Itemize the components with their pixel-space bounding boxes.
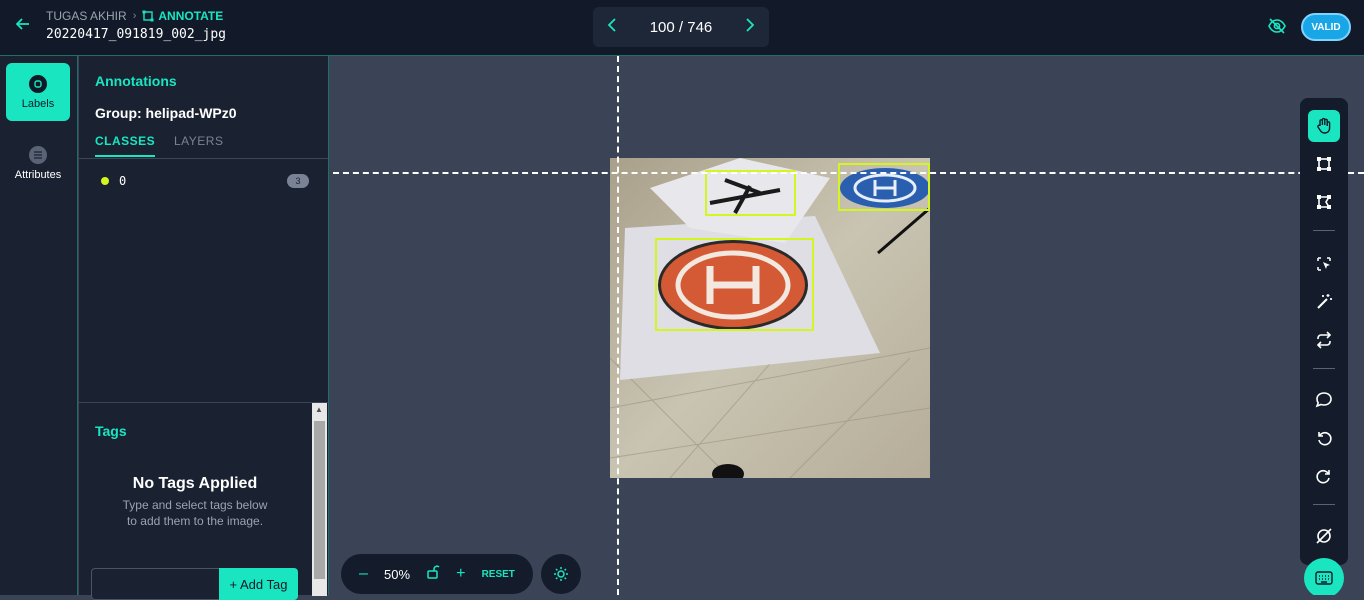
breadcrumb-project[interactable]: TUGAS AKHIR bbox=[46, 9, 127, 23]
labels-rail-label: Labels bbox=[21, 97, 55, 110]
add-tag-button[interactable]: + Add Tag bbox=[219, 568, 298, 600]
list-icon bbox=[29, 145, 47, 164]
scrollbar-thumb[interactable] bbox=[314, 421, 325, 579]
labels-rail-button[interactable]: Labels bbox=[6, 63, 70, 121]
reset-zoom-button[interactable]: RESET bbox=[482, 569, 515, 580]
bounding-box-icon[interactable] bbox=[1308, 148, 1340, 180]
labels-icon bbox=[29, 74, 47, 93]
no-tags-title: No Tags Applied bbox=[132, 475, 258, 492]
tags-scrollbar[interactable]: ▲ bbox=[312, 403, 327, 596]
brightness-sun-icon[interactable] bbox=[541, 554, 581, 594]
class-name: 0 bbox=[119, 174, 127, 188]
zoom-controls: – 50% + RESET bbox=[341, 554, 533, 594]
attributes-rail-button[interactable]: Attributes bbox=[6, 134, 70, 192]
scroll-up-icon[interactable]: ▲ bbox=[315, 405, 323, 414]
undo-icon[interactable] bbox=[1308, 422, 1340, 454]
zoom-out-button[interactable]: – bbox=[359, 565, 368, 583]
tag-input[interactable] bbox=[91, 568, 219, 600]
magic-wand-icon[interactable] bbox=[1308, 286, 1340, 318]
image-filename: 20220417_091819_002_jpg bbox=[46, 27, 227, 42]
pager-count: 100 / 746 bbox=[649, 18, 713, 36]
breadcrumb-annotate: ANNOTATE bbox=[142, 9, 223, 23]
repeat-icon[interactable] bbox=[1308, 324, 1340, 356]
class-color-dot bbox=[101, 177, 109, 185]
tab-classes[interactable]: CLASSES bbox=[95, 134, 156, 157]
crosshair-horizontal bbox=[333, 172, 1364, 174]
redo-icon[interactable] bbox=[1308, 460, 1340, 492]
class-count-badge: 3 bbox=[287, 174, 309, 188]
breadcrumb: TUGAS AKHIR › ANNOTATE bbox=[46, 9, 223, 23]
chevron-right-icon bbox=[746, 17, 755, 32]
panel-tabs: CLASSES LAYERS bbox=[79, 132, 328, 159]
attributes-rail-label: Attributes bbox=[14, 168, 62, 181]
toolbar-divider bbox=[1313, 504, 1335, 505]
annotated-image[interactable] bbox=[610, 158, 930, 478]
comment-icon[interactable] bbox=[1308, 384, 1340, 416]
left-rail: Labels Attributes bbox=[0, 56, 78, 595]
annotations-panel: Annotations Group: helipad-WPz0 CLASSES … bbox=[79, 56, 329, 600]
zoom-in-button[interactable]: + bbox=[456, 565, 465, 583]
toolbar-divider bbox=[1313, 368, 1335, 369]
pan-hand-icon[interactable] bbox=[1308, 110, 1340, 142]
chevron-left-icon bbox=[607, 17, 616, 32]
toolbar-divider bbox=[1313, 230, 1335, 231]
class-list-item[interactable]: 0 3 bbox=[95, 172, 309, 190]
prev-image-button[interactable] bbox=[607, 17, 617, 37]
crosshair-vertical bbox=[617, 56, 619, 595]
image-pager: 100 / 746 bbox=[593, 7, 769, 47]
null-annotation-icon[interactable] bbox=[1308, 520, 1340, 552]
unlock-zoom-icon[interactable] bbox=[426, 565, 440, 584]
smart-select-icon[interactable] bbox=[1308, 248, 1340, 280]
top-bar: TUGAS AKHIR › ANNOTATE 20220417_091819_0… bbox=[0, 0, 1364, 56]
annotation-canvas[interactable]: – 50% + RESET bbox=[329, 56, 1364, 595]
back-arrow-icon[interactable] bbox=[12, 16, 34, 38]
valid-button[interactable]: VALID bbox=[1301, 13, 1351, 41]
group-name: Group: helipad-WPz0 bbox=[95, 105, 237, 121]
polygon-icon[interactable] bbox=[1308, 186, 1340, 218]
panel-title: Annotations bbox=[95, 73, 177, 89]
no-tags-hint: Type and select tags below to add them t… bbox=[122, 498, 268, 528]
tags-section: Tags No Tags Applied Type and select tag… bbox=[79, 402, 328, 600]
chevron-right-icon: › bbox=[132, 10, 137, 22]
annotate-icon bbox=[142, 10, 154, 22]
tool-palette bbox=[1300, 98, 1348, 565]
next-image-button[interactable] bbox=[745, 17, 755, 37]
keyboard-shortcuts-icon[interactable] bbox=[1304, 558, 1344, 595]
zoom-level: 50% bbox=[384, 566, 411, 582]
tags-title: Tags bbox=[95, 423, 127, 439]
tab-layers[interactable]: LAYERS bbox=[174, 134, 223, 148]
hide-annotations-eye-icon[interactable] bbox=[1267, 16, 1289, 38]
